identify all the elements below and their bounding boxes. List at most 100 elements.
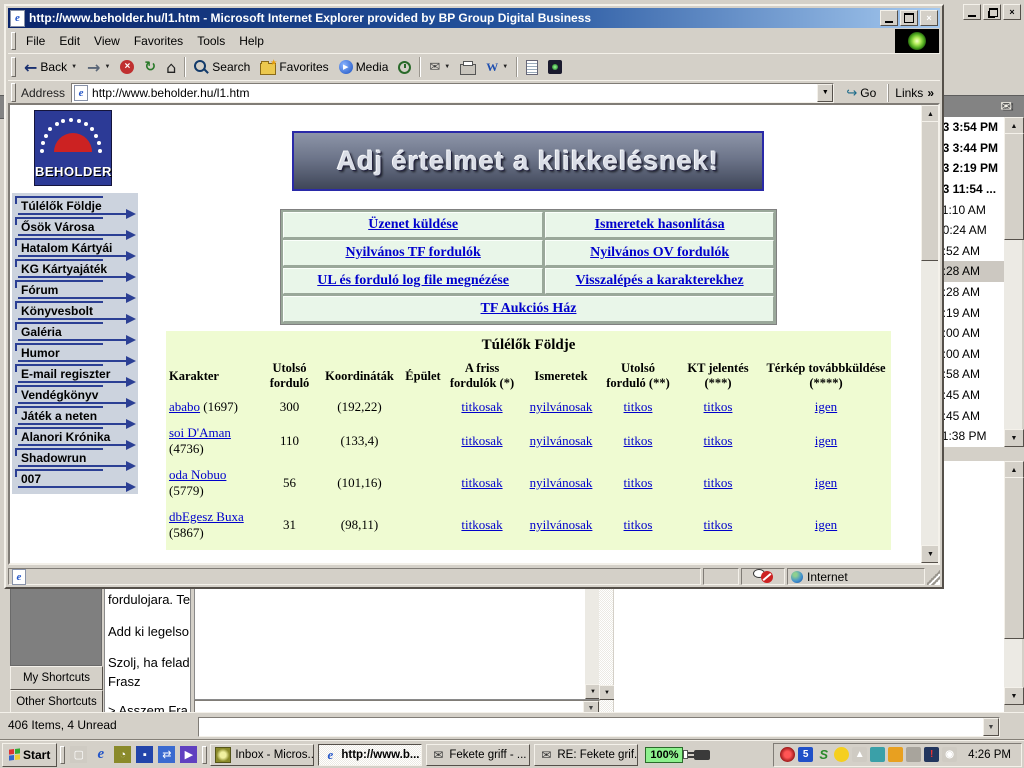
toolbar-discuss-button[interactable] [521, 56, 543, 78]
links-bar[interactable]: Links » [888, 84, 940, 102]
last-turn-link[interactable]: titkos [624, 475, 653, 490]
menu-favorites[interactable]: Favorites [127, 31, 190, 51]
sidebar-item--s-k-v-rosa[interactable]: Ősök Városa [12, 217, 138, 238]
quicklaunch-media-player-icon[interactable]: ▶ [180, 746, 197, 763]
tray-find-icon[interactable]: ◉ [942, 747, 957, 762]
sidebar-item-j-t-k-a-neten[interactable]: Játék a neten [12, 406, 138, 427]
sidebar-item-t-l-l-k-f-ldje[interactable]: Túlélők Földje [12, 196, 138, 217]
last-turn-link[interactable]: titkos [624, 399, 653, 414]
task-inbox-micros-[interactable]: Inbox - Micros... [210, 744, 314, 766]
tray-update-icon[interactable]: ▲ [852, 747, 867, 762]
toolbar-history-button[interactable] [393, 56, 416, 78]
quicklaunch-ie-icon[interactable]: e [92, 746, 109, 763]
privacy-report-pane[interactable] [741, 568, 785, 585]
map-forward-link[interactable]: igen [815, 433, 837, 448]
tray-green-s-icon[interactable]: S [816, 747, 831, 762]
fresh-link[interactable]: titkosak [461, 399, 502, 414]
toolbar-media-button[interactable]: ▶Media [334, 56, 394, 78]
quick-link[interactable]: Nyilvános OV fordulók [590, 245, 729, 260]
toolbar-mail-button[interactable]: ✉▼ [424, 56, 455, 78]
task-http-www-b-[interactable]: ehttp://www.b... [318, 744, 422, 766]
my-shortcuts-button[interactable]: My Shortcuts [10, 666, 103, 690]
tray-window-icon[interactable] [888, 747, 903, 762]
toolbar-back-button[interactable]: ←Back▼ [19, 56, 82, 78]
character-link[interactable]: ababo [169, 399, 200, 414]
sidebar-item-f-rum[interactable]: Fórum [12, 280, 138, 301]
tray-shield-icon[interactable]: ! [924, 747, 939, 762]
outlook-close-button[interactable]: × [1003, 4, 1021, 20]
toolbar-print-button[interactable] [455, 56, 481, 78]
tray-utility-icon[interactable]: 5 [798, 747, 813, 762]
sidebar-item-vend-gk-nyv[interactable]: Vendégkönyv [12, 385, 138, 406]
tray-display-icon[interactable] [870, 747, 885, 762]
minimize-button[interactable] [880, 10, 898, 26]
address-dropdown-button[interactable]: ▼ [817, 84, 833, 102]
toolbar-edit-button[interactable]: W▼ [481, 56, 513, 78]
tray-icq-icon[interactable] [834, 747, 849, 762]
reading-pane-main-scrollbar[interactable]: ▼ [585, 586, 599, 699]
toolbar-forward-button[interactable]: →▼ [82, 56, 115, 78]
knowledge-link[interactable]: nyilvánosak [530, 399, 593, 414]
sidebar-item-e-mail-regiszter[interactable]: E-mail regiszter [12, 364, 138, 385]
banner[interactable]: Adj értelmet a klikkelésnek! [292, 131, 764, 191]
last-turn-link[interactable]: titkos [624, 517, 653, 532]
character-link[interactable]: soi D'Aman [169, 425, 231, 440]
maximize-button[interactable] [900, 10, 918, 26]
outlook-minimize-button[interactable] [963, 4, 981, 20]
kt-report-link[interactable]: titkos [704, 399, 733, 414]
quicklaunch-floppy-icon[interactable]: ▪ [136, 746, 153, 763]
knowledge-link[interactable]: nyilvánosak [530, 475, 593, 490]
pane-divider-scrollbar[interactable]: ▼ [599, 585, 613, 712]
menu-help[interactable]: Help [232, 31, 271, 51]
menu-view[interactable]: View [87, 31, 127, 51]
reading-pane-scrollbar[interactable]: ▲ ▼ [1004, 461, 1022, 705]
sidebar-item-k-nyvesbolt[interactable]: Könyvesbolt [12, 301, 138, 322]
toolbar-messenger-button[interactable] [543, 56, 567, 78]
quick-link[interactable]: Visszalépés a karakterekhez [576, 273, 744, 288]
toolbar-favorites-button[interactable]: Favorites [255, 56, 333, 78]
menu-tools[interactable]: Tools [190, 31, 232, 51]
map-forward-link[interactable]: igen [815, 517, 837, 532]
close-button[interactable]: × [920, 10, 938, 26]
menu-file[interactable]: File [19, 31, 52, 51]
menu-edit[interactable]: Edit [52, 31, 87, 51]
quick-link-auction[interactable]: TF Aukciós Ház [481, 301, 577, 316]
toolbar-home-button[interactable]: ⌂ [161, 56, 181, 78]
tray-printer-icon[interactable] [906, 747, 921, 762]
kt-report-link[interactable]: titkos [704, 433, 733, 448]
knowledge-link[interactable]: nyilvánosak [530, 433, 593, 448]
other-shortcuts-button[interactable]: Other Shortcuts [10, 690, 103, 714]
sidebar-item-gal-ria[interactable]: Galéria [12, 322, 138, 343]
quick-link[interactable]: Nyilvános TF fordulók [345, 245, 480, 260]
ie-titlebar[interactable]: e http://www.beholder.hu/l1.htm - Micros… [8, 8, 940, 28]
message-list-scrollbar[interactable]: ▲ ▼ [1004, 117, 1022, 447]
outlook-restore-button[interactable] [983, 4, 1001, 20]
sidebar-item-humor[interactable]: Humor [12, 343, 138, 364]
character-link[interactable]: dbEgesz Buxa [169, 509, 244, 524]
quicklaunch-outlook-icon[interactable]: ◔ [114, 746, 131, 763]
toolbar-search-button[interactable]: Search [189, 56, 255, 78]
task-fekete-griff-[interactable]: ✉Fekete griff - ... [426, 744, 530, 766]
toolbar-stop-button[interactable]: × [115, 56, 139, 78]
fresh-link[interactable]: titkosak [461, 433, 502, 448]
sidebar-item-alanori-kr-nika[interactable]: Alanori Krónika [12, 427, 138, 448]
fresh-link[interactable]: titkosak [461, 517, 502, 532]
quicklaunch-grip[interactable] [60, 746, 65, 764]
fresh-link[interactable]: titkosak [461, 475, 502, 490]
quicklaunch-show-desktop-icon[interactable]: ▢ [70, 746, 87, 763]
last-turn-link[interactable]: titkos [624, 433, 653, 448]
toolbar-refresh-button[interactable]: ↻ [139, 56, 161, 78]
kt-report-link[interactable]: titkos [704, 517, 733, 532]
map-forward-link[interactable]: igen [815, 399, 837, 414]
start-button[interactable]: Start [2, 743, 57, 767]
kt-report-link[interactable]: titkos [704, 475, 733, 490]
sidebar-item-hatalom-k-rty-i[interactable]: Hatalom Kártyái [12, 238, 138, 259]
lower-combo-wide[interactable]: ▼ [198, 717, 1000, 737]
page-scrollbar[interactable]: ▲ ▼ [921, 105, 938, 563]
task-re-fekete-grif-[interactable]: ✉RE: Fekete grif... [534, 744, 638, 766]
map-forward-link[interactable]: igen [815, 475, 837, 490]
quick-link[interactable]: Ismeretek hasonlítása [595, 217, 725, 232]
sidebar-item-shadowrun[interactable]: Shadowrun [12, 448, 138, 469]
toolbar-grip[interactable] [11, 57, 16, 77]
quicklaunch-folder-sync-icon[interactable]: ⇄ [158, 746, 175, 763]
